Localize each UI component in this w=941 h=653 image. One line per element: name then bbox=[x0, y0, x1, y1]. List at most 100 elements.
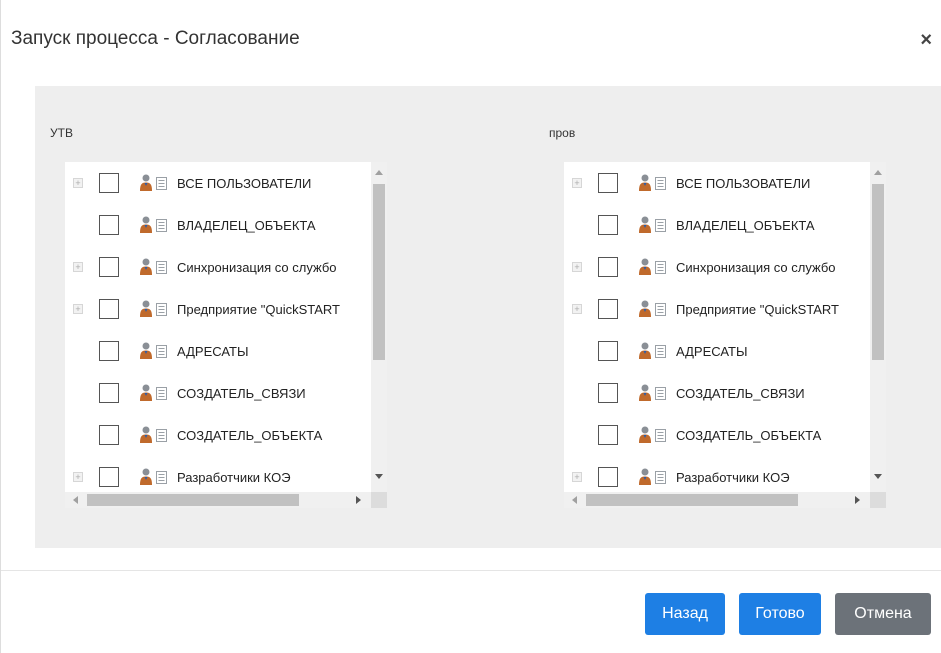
right-panel-label: пров bbox=[549, 126, 576, 140]
scrollbar-corner bbox=[870, 492, 886, 508]
tree-item[interactable]: ВЛАДЕЛЕЦ_ОБЪЕКТА bbox=[65, 210, 365, 240]
item-checkbox[interactable] bbox=[598, 341, 618, 361]
horizontal-scrollbar[interactable] bbox=[564, 492, 870, 508]
tree-item-label: Синхронизация со службо bbox=[177, 259, 337, 275]
scrollbar-thumb[interactable] bbox=[87, 494, 299, 506]
tree-item-label: Разработчики КОЭ bbox=[676, 469, 790, 485]
user-group-icon bbox=[139, 216, 153, 234]
list-icon bbox=[156, 176, 167, 190]
close-icon[interactable]: × bbox=[920, 30, 932, 50]
tree-item-label: Синхронизация со службо bbox=[676, 259, 836, 275]
tree-item[interactable]: АДРЕСАТЫ bbox=[65, 336, 365, 366]
user-group-icon bbox=[638, 300, 652, 318]
item-checkbox[interactable] bbox=[99, 173, 119, 193]
scrollbar-thumb[interactable] bbox=[586, 494, 798, 506]
item-checkbox[interactable] bbox=[598, 467, 618, 487]
tree-item[interactable]: СОЗДАТЕЛЬ_ОБЪЕКТА bbox=[564, 420, 864, 450]
item-checkbox[interactable] bbox=[598, 257, 618, 277]
user-group-icon bbox=[638, 468, 652, 486]
dialog-body: УТВ пров + ВСЕ ПОЛЬЗОВАТЕЛИ ВЛАДЕЛЕЦ_ОБЪЕК… bbox=[35, 86, 941, 548]
tree-item[interactable]: АДРЕСАТЫ bbox=[564, 336, 864, 366]
tree-item[interactable]: + Синхронизация со службо bbox=[65, 252, 365, 282]
scroll-left-icon[interactable] bbox=[73, 496, 78, 504]
scrollbar-corner bbox=[371, 492, 387, 508]
tree-item[interactable]: СОЗДАТЕЛЬ_СВЯЗИ bbox=[65, 378, 365, 408]
scrollbar-thumb[interactable] bbox=[872, 184, 884, 360]
expand-icon[interactable]: + bbox=[572, 472, 582, 482]
scroll-right-icon[interactable] bbox=[855, 496, 860, 504]
scroll-up-icon[interactable] bbox=[375, 170, 383, 175]
back-button[interactable]: Назад bbox=[645, 593, 725, 635]
item-checkbox[interactable] bbox=[598, 299, 618, 319]
tree-item-label: ВЛАДЕЛЕЦ_ОБЪЕКТА bbox=[177, 217, 316, 233]
horizontal-scrollbar[interactable] bbox=[65, 492, 371, 508]
scroll-right-icon[interactable] bbox=[356, 496, 361, 504]
expand-icon[interactable]: + bbox=[572, 304, 582, 314]
tree-item[interactable]: + Разработчики КОЭ bbox=[65, 462, 365, 492]
tree-item[interactable]: + Предприятие "QuickSTART bbox=[564, 294, 864, 324]
tree-item-label: ВЛАДЕЛЕЦ_ОБЪЕКТА bbox=[676, 217, 815, 233]
scroll-down-icon[interactable] bbox=[375, 474, 383, 479]
user-group-icon bbox=[638, 426, 652, 444]
user-group-icon bbox=[638, 384, 652, 402]
scrollbar-thumb[interactable] bbox=[373, 184, 385, 360]
tree-item[interactable]: СОЗДАТЕЛЬ_СВЯЗИ bbox=[564, 378, 864, 408]
list-icon bbox=[655, 428, 666, 442]
item-checkbox[interactable] bbox=[99, 341, 119, 361]
scroll-up-icon[interactable] bbox=[874, 170, 882, 175]
item-checkbox[interactable] bbox=[99, 215, 119, 235]
scroll-down-icon[interactable] bbox=[874, 474, 882, 479]
left-panel-label: УТВ bbox=[50, 126, 73, 140]
expand-icon[interactable]: + bbox=[73, 472, 83, 482]
list-icon bbox=[655, 302, 666, 316]
expand-icon[interactable]: + bbox=[73, 304, 83, 314]
list-icon bbox=[655, 470, 666, 484]
expand-icon[interactable]: + bbox=[572, 262, 582, 272]
scroll-left-icon[interactable] bbox=[572, 496, 577, 504]
item-checkbox[interactable] bbox=[598, 383, 618, 403]
expand-icon[interactable]: + bbox=[73, 178, 83, 188]
list-icon bbox=[156, 302, 167, 316]
cancel-button[interactable]: Отмена bbox=[835, 593, 931, 635]
item-checkbox[interactable] bbox=[598, 215, 618, 235]
tree-item-label: СОЗДАТЕЛЬ_СВЯЗИ bbox=[676, 385, 805, 401]
tree-item-label: СОЗДАТЕЛЬ_ОБЪЕКТА bbox=[676, 427, 822, 443]
tree-item-label: Предприятие "QuickSTART bbox=[177, 301, 340, 317]
tree-item[interactable]: + ВСЕ ПОЛЬЗОВАТЕЛИ bbox=[65, 168, 365, 198]
item-checkbox[interactable] bbox=[99, 299, 119, 319]
vertical-scrollbar[interactable] bbox=[870, 162, 886, 492]
user-group-icon bbox=[638, 216, 652, 234]
list-icon bbox=[655, 176, 666, 190]
user-group-icon bbox=[638, 174, 652, 192]
vertical-scrollbar[interactable] bbox=[371, 162, 387, 492]
tree-item[interactable]: + Предприятие "QuickSTART bbox=[65, 294, 365, 324]
user-group-icon bbox=[638, 342, 652, 360]
tree-item-label: АДРЕСАТЫ bbox=[676, 343, 748, 359]
expand-icon[interactable]: + bbox=[572, 178, 582, 188]
list-icon bbox=[156, 218, 167, 232]
tree-item[interactable]: + Разработчики КОЭ bbox=[564, 462, 864, 492]
expand-icon[interactable]: + bbox=[73, 262, 83, 272]
tree-item[interactable]: + Синхронизация со службо bbox=[564, 252, 864, 282]
tree-item[interactable]: ВЛАДЕЛЕЦ_ОБЪЕКТА bbox=[564, 210, 864, 240]
tree-item[interactable]: + ВСЕ ПОЛЬЗОВАТЕЛИ bbox=[564, 168, 864, 198]
item-checkbox[interactable] bbox=[99, 425, 119, 445]
item-checkbox[interactable] bbox=[99, 467, 119, 487]
right-user-tree[interactable]: + ВСЕ ПОЛЬЗОВАТЕЛИ ВЛАДЕЛЕЦ_ОБЪЕКТА + Синхро… bbox=[564, 162, 886, 508]
tree-item[interactable]: СОЗДАТЕЛЬ_ОБЪЕКТА bbox=[65, 420, 365, 450]
user-group-icon bbox=[139, 426, 153, 444]
user-group-icon bbox=[638, 258, 652, 276]
item-checkbox[interactable] bbox=[99, 257, 119, 277]
user-group-icon bbox=[139, 384, 153, 402]
done-button[interactable]: Готово bbox=[739, 593, 821, 635]
item-checkbox[interactable] bbox=[99, 383, 119, 403]
item-checkbox[interactable] bbox=[598, 425, 618, 445]
list-icon bbox=[156, 470, 167, 484]
left-user-tree[interactable]: + ВСЕ ПОЛЬЗОВАТЕЛИ ВЛАДЕЛЕЦ_ОБЪЕКТА + Синхро… bbox=[65, 162, 387, 508]
list-icon bbox=[156, 386, 167, 400]
footer-divider bbox=[1, 570, 941, 571]
item-checkbox[interactable] bbox=[598, 173, 618, 193]
dialog-title: Запуск процесса - Согласование bbox=[11, 28, 300, 49]
tree-item-label: ВСЕ ПОЛЬЗОВАТЕЛИ bbox=[676, 175, 811, 191]
tree-item-label: Разработчики КОЭ bbox=[177, 469, 291, 485]
